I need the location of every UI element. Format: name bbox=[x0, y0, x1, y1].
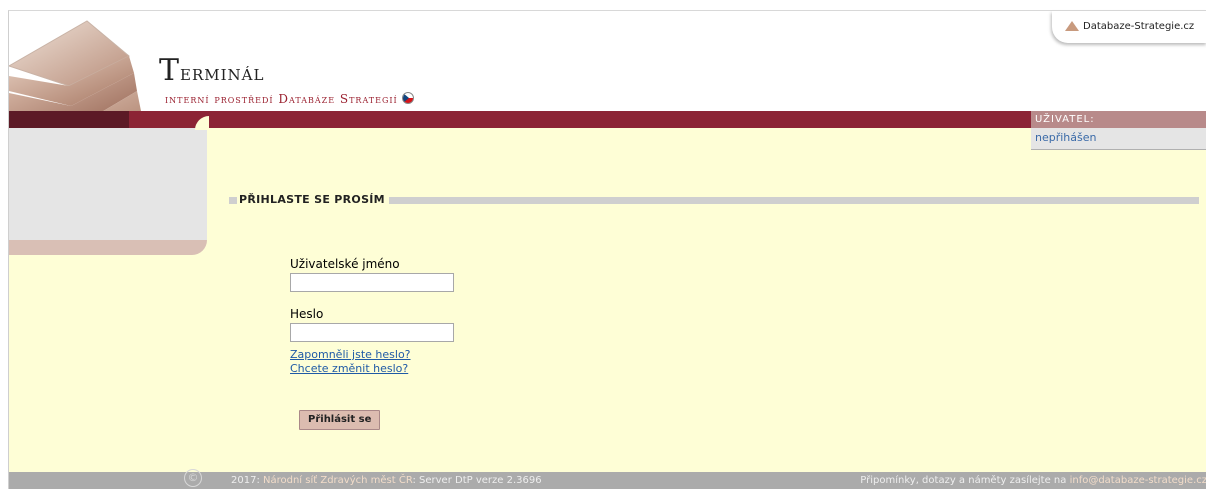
footer-org-link[interactable]: Národní síť Zdravých měst ČR bbox=[263, 475, 412, 486]
section-heading: PŘIHLASTE SE PROSÍM bbox=[229, 193, 1199, 206]
user-status: nepřihášen bbox=[1031, 128, 1206, 150]
forgot-password-link[interactable]: Zapomněli jste heslo? bbox=[290, 348, 411, 361]
footer-contact-email[interactable]: info@databaze-strategie.cz bbox=[1070, 475, 1206, 486]
footer: © 2017: Národní síť Zdravých měst ČR: Se… bbox=[9, 469, 1206, 489]
username-label: Uživatelské jméno bbox=[290, 257, 400, 271]
databaze-strategie-label: Databaze-Strategie.cz bbox=[1083, 21, 1195, 32]
change-password-link[interactable]: Chcete změnit heslo? bbox=[290, 362, 408, 375]
clipped-top-text bbox=[120, 0, 1040, 7]
page-frame: Terminál interní prostředí Databáze Stra… bbox=[8, 10, 1206, 489]
left-column-bottom bbox=[9, 240, 207, 255]
footer-right: Připomínky, dotazy a náměty zasílejte na… bbox=[860, 472, 1206, 489]
copyright-icon: © bbox=[184, 469, 202, 487]
login-button[interactable]: Přihlásit se bbox=[299, 410, 381, 430]
pyramid-small-icon bbox=[1065, 21, 1079, 31]
password-label: Heslo bbox=[290, 307, 324, 321]
footer-contact-text: Připomínky, dotazy a náměty zasílejte na bbox=[860, 475, 1070, 486]
footer-server-info: : Server DtP verze 2.3696 bbox=[412, 475, 542, 486]
footer-year: 2017: bbox=[231, 475, 263, 486]
section-heading-title: PŘIHLASTE SE PROSÍM bbox=[239, 193, 387, 206]
header: Terminál interní prostředí Databáze Stra… bbox=[9, 11, 1206, 171]
password-input[interactable] bbox=[290, 323, 454, 342]
left-column bbox=[9, 128, 207, 240]
footer-left: 2017: Národní síť Zdravých měst ČR: Serv… bbox=[231, 472, 542, 489]
username-input[interactable] bbox=[290, 273, 454, 292]
app-subtitle: interní prostředí Databáze Strategií bbox=[165, 92, 414, 106]
header-bar-left bbox=[9, 111, 129, 128]
app-title: Terminál bbox=[159, 53, 264, 88]
section-heading-left-bar bbox=[229, 197, 237, 204]
app-title-rest: erminál bbox=[180, 61, 265, 86]
czech-flag-icon bbox=[401, 92, 414, 104]
app-subtitle-text: interní prostředí Databáze Strategií bbox=[165, 92, 398, 106]
databaze-strategie-link[interactable]: Databaze-Strategie.cz bbox=[1052, 11, 1206, 43]
app-title-first-letter: T bbox=[159, 53, 181, 88]
user-box-heading: UŽIVATEL: bbox=[1031, 111, 1206, 128]
left-content-area bbox=[9, 255, 207, 472]
section-heading-right-bar bbox=[389, 197, 1199, 204]
